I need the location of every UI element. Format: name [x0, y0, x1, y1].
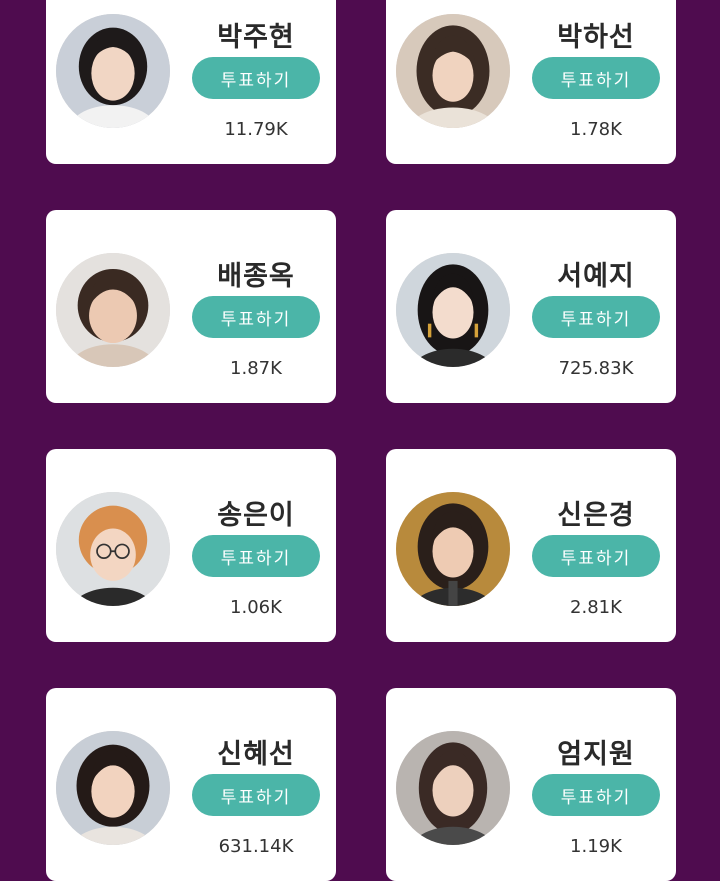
vote-count: 1.87K: [230, 358, 282, 379]
vote-button[interactable]: 투표하기: [192, 296, 320, 338]
candidate-card: 신은경 투표하기 2.81K: [386, 449, 676, 642]
avatar: [56, 492, 170, 606]
candidate-name: 박주현: [217, 22, 295, 53]
vote-button[interactable]: 투표하기: [192, 774, 320, 816]
candidate-name: 신혜선: [217, 739, 295, 770]
candidate-card: 서예지 투표하기 725.83K: [386, 210, 676, 403]
candidate-name: 박하선: [557, 22, 635, 53]
candidate-card: 배종옥 투표하기 1.87K: [46, 210, 336, 403]
vote-count: 725.83K: [558, 358, 634, 379]
portrait-photo: [396, 492, 510, 606]
avatar: [396, 253, 510, 367]
portrait-photo: [56, 492, 170, 606]
vote-count: 1.19K: [570, 836, 622, 857]
avatar: [396, 731, 510, 845]
candidate-name: 배종옥: [217, 261, 295, 292]
candidate-card: 박하선 투표하기 1.78K: [386, 0, 676, 164]
avatar: [56, 731, 170, 845]
vote-count: 1.06K: [230, 597, 282, 618]
avatar: [396, 492, 510, 606]
vote-button[interactable]: 투표하기: [532, 535, 660, 577]
avatar: [56, 253, 170, 367]
vote-button[interactable]: 투표하기: [532, 774, 660, 816]
avatar: [396, 14, 510, 128]
portrait-photo: [56, 14, 170, 128]
vote-count: 11.79K: [224, 119, 288, 140]
portrait-photo: [396, 253, 510, 367]
vote-button[interactable]: 투표하기: [192, 535, 320, 577]
vote-count: 2.81K: [570, 597, 622, 618]
vote-count: 631.14K: [218, 836, 294, 857]
candidate-card: 박주현 투표하기 11.79K: [46, 0, 336, 164]
portrait-photo: [56, 253, 170, 367]
candidate-name: 신은경: [557, 500, 635, 531]
portrait-photo: [396, 14, 510, 128]
candidate-grid: 박주현 투표하기 11.79K 박하선 투표하기 1.78K 배종옥 투표하기 …: [0, 0, 720, 881]
candidate-name: 엄지원: [557, 739, 635, 770]
portrait-photo: [396, 731, 510, 845]
candidate-card: 엄지원 투표하기 1.19K: [386, 688, 676, 881]
candidate-card: 신혜선 투표하기 631.14K: [46, 688, 336, 881]
candidate-card: 송은이 투표하기 1.06K: [46, 449, 336, 642]
vote-button[interactable]: 투표하기: [532, 296, 660, 338]
vote-button[interactable]: 투표하기: [192, 57, 320, 99]
vote-count: 1.78K: [570, 119, 622, 140]
vote-button[interactable]: 투표하기: [532, 57, 660, 99]
avatar: [56, 14, 170, 128]
candidate-name: 송은이: [217, 500, 295, 531]
candidate-name: 서예지: [557, 261, 635, 292]
portrait-photo: [56, 731, 170, 845]
